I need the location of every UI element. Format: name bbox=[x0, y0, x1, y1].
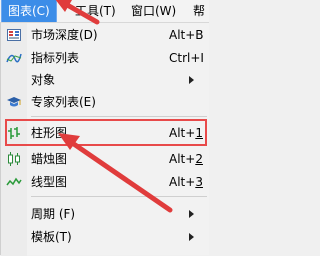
submenu-arrow-icon bbox=[189, 233, 194, 241]
market-depth-icon bbox=[6, 27, 22, 43]
menu-item-label: 市场深度(D) bbox=[31, 28, 98, 42]
submenu-arrow-icon bbox=[189, 76, 194, 84]
menu-item-objects[interactable]: 对象 bbox=[1, 69, 210, 91]
menu-bar: 图表(C) 工具(T) 窗口(W) 帮 bbox=[0, 0, 209, 23]
menu-tools[interactable]: 工具(T) bbox=[75, 0, 116, 22]
expert-cap-icon bbox=[6, 94, 22, 110]
menu-item-label: 周期 (F) bbox=[31, 207, 76, 221]
menu-separator bbox=[31, 116, 207, 117]
menu-help[interactable]: 帮 bbox=[193, 0, 205, 22]
menu-item-label: 柱形图 bbox=[31, 126, 68, 140]
menu-window[interactable]: 窗口(W) bbox=[131, 0, 176, 22]
menu-item-expert-list[interactable]: 专家列表(E) bbox=[1, 91, 210, 113]
menu-item-shortcut: Alt+B bbox=[169, 28, 204, 42]
indicator-list-icon bbox=[6, 50, 22, 66]
menu-item-label: 专家列表(E) bbox=[31, 95, 96, 109]
bar-chart-icon bbox=[6, 125, 22, 141]
menu-item-bar-chart[interactable]: 柱形图 Alt+1 bbox=[1, 122, 210, 144]
menu-item-template[interactable]: 模板(T) bbox=[1, 226, 210, 248]
menu-item-shortcut: Alt+1 bbox=[169, 126, 203, 140]
menu-separator bbox=[31, 196, 207, 197]
menu-item-market-depth[interactable]: 市场深度(D) Alt+B bbox=[1, 24, 210, 46]
menu-item-label: 线型图 bbox=[31, 175, 68, 189]
candlestick-icon bbox=[6, 151, 22, 167]
submenu-arrow-icon bbox=[189, 210, 194, 218]
menu-item-candlestick[interactable]: 蜡烛图 Alt+2 bbox=[1, 148, 210, 170]
menu-chart[interactable]: 图表(C) bbox=[1, 0, 57, 23]
menu-item-indicator-list[interactable]: 指标列表 Ctrl+I bbox=[1, 47, 210, 69]
menu-item-line-chart[interactable]: 线型图 Alt+3 bbox=[1, 171, 210, 193]
menu-item-shortcut: Ctrl+I bbox=[169, 51, 204, 65]
menu-item-label: 模板(T) bbox=[31, 230, 72, 244]
menu-item-period[interactable]: 周期 (F) bbox=[1, 203, 210, 225]
menu-item-shortcut: Alt+3 bbox=[169, 175, 203, 189]
menu-item-label: 对象 bbox=[31, 73, 56, 87]
menu-item-label: 指标列表 bbox=[31, 51, 80, 65]
menu-item-shortcut: Alt+2 bbox=[169, 152, 203, 166]
line-chart-icon bbox=[6, 174, 22, 190]
chart-dropdown-menu: 市场深度(D) Alt+B 指标列表 Ctrl+I 对象 专家列表(E) 柱形图… bbox=[0, 22, 210, 256]
menu-item-label: 蜡烛图 bbox=[31, 152, 68, 166]
